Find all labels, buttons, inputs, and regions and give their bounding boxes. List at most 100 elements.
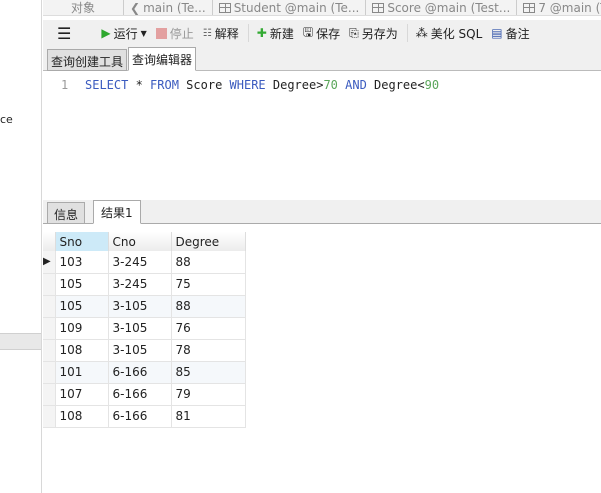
cell-sno[interactable]: 105	[55, 295, 109, 318]
sql-keyword: FROM	[150, 78, 179, 92]
line-number: 1	[61, 78, 69, 92]
table-row[interactable]: 108 6-166 81	[43, 405, 246, 428]
stop-label: 停止	[169, 26, 194, 41]
cell-cno[interactable]: 3-105	[108, 295, 172, 318]
tab-student[interactable]: Student @main (Te...	[213, 0, 367, 15]
column-header-sno[interactable]: Sno	[55, 232, 109, 251]
sql-number: 70	[323, 78, 338, 92]
row-indicator[interactable]: ▶	[43, 251, 56, 274]
cell-sno[interactable]: 101	[55, 361, 109, 384]
panel-text-fragment: ce	[0, 113, 13, 126]
sql-text: Degree>	[265, 78, 324, 92]
tab-query-builder[interactable]: 查询创建工具	[47, 49, 128, 71]
toolbar-divider	[247, 24, 249, 42]
row-indicator[interactable]	[43, 383, 56, 406]
explain-icon: ☷	[202, 27, 212, 39]
save-icon: 🖫	[302, 24, 314, 39]
tab-query-main[interactable]: ❮ main (Te...	[124, 0, 213, 15]
stop-button[interactable]: 停止	[155, 25, 194, 42]
query-icon	[523, 2, 536, 13]
menu-icon[interactable]: ☰	[57, 24, 71, 43]
table-icon	[372, 2, 385, 13]
cell-degree[interactable]: 88	[171, 295, 246, 318]
cell-degree[interactable]: 76	[171, 317, 246, 340]
result-table: Sno Cno Degree ▶ 103 3-245 88 105 3-245 75 105 3…	[43, 232, 246, 428]
cell-cno[interactable]: 3-105	[108, 339, 172, 362]
save-button[interactable]: 🖫 保存	[303, 23, 340, 44]
cell-cno[interactable]: 3-105	[108, 317, 172, 340]
explain-label: 解释	[214, 26, 239, 41]
row-indicator[interactable]	[43, 317, 56, 340]
table-row[interactable]: 108 3-105 78	[43, 339, 246, 362]
row-indicator[interactable]	[43, 361, 56, 384]
corner-cell	[43, 232, 56, 251]
beautify-sql-button[interactable]: ⁂ 美化 SQL	[416, 25, 483, 42]
tab-score[interactable]: Score @main (Test...	[366, 0, 518, 15]
save-as-button[interactable]: ⎘ 另存为	[349, 25, 398, 42]
sql-line: SELECT * FROM Score WHERE Degree>70 AND …	[85, 78, 439, 92]
run-button[interactable]: ▶ 运行 ▼	[101, 25, 146, 42]
new-button[interactable]: ✚ 新建	[257, 25, 294, 42]
save-label: 保存	[316, 26, 341, 41]
table-row[interactable]: 105 3-105 88	[43, 295, 246, 318]
notes-button[interactable]: ▤ 备注	[491, 25, 529, 42]
tab-label: main (Te...	[143, 0, 206, 15]
dropdown-arrow-icon[interactable]: ▼	[141, 29, 147, 38]
table-row[interactable]: 105 3-245 75	[43, 273, 246, 296]
sql-text: Degree<	[366, 78, 425, 92]
table-icon	[218, 2, 231, 13]
cell-degree[interactable]: 79	[171, 383, 246, 406]
sql-number: 90	[424, 78, 440, 92]
cell-sno[interactable]: 109	[55, 317, 109, 340]
cell-cno[interactable]: 6-166	[108, 383, 172, 406]
sql-keyword: WHERE	[229, 78, 266, 92]
cell-degree[interactable]: 78	[171, 339, 246, 362]
tab-result-1[interactable]: 结果1	[93, 200, 141, 224]
cell-sno[interactable]: 108	[55, 405, 109, 428]
row-indicator[interactable]	[43, 339, 56, 362]
table-row[interactable]: 101 6-166 85	[43, 361, 246, 384]
table-row[interactable]: 109 3-105 76	[43, 317, 246, 340]
save-as-label: 另存为	[361, 26, 398, 41]
run-label: 运行	[113, 26, 138, 41]
tab-query-editor[interactable]: 查询编辑器	[128, 47, 197, 71]
table-row[interactable]: ▶ 103 3-245 88	[43, 251, 246, 274]
tab-objects[interactable]: 对象	[43, 0, 125, 15]
cell-cno[interactable]: 3-245	[108, 251, 172, 274]
cell-sno[interactable]: 107	[55, 383, 109, 406]
result-tabs: 信息 结果1	[43, 200, 601, 224]
query-window: 对象 ❮ main (Te... Student @main (Te... Sco…	[43, 0, 601, 493]
explain-button[interactable]: ☷ 解释	[203, 25, 239, 42]
table-row[interactable]: 107 6-166 79	[43, 383, 246, 406]
row-indicator[interactable]	[43, 273, 56, 296]
cell-cno[interactable]: 6-166	[108, 405, 172, 428]
cell-sno[interactable]: 108	[55, 339, 109, 362]
play-icon: ▶	[101, 26, 111, 40]
tab-label: 对象	[71, 0, 96, 15]
column-header-degree[interactable]: Degree	[171, 232, 246, 251]
save-as-icon: ⎘	[349, 25, 359, 40]
row-indicator[interactable]	[43, 295, 56, 318]
tab-query-7[interactable]: 7 @main (Tes	[517, 0, 601, 15]
object-panel: ce	[0, 0, 42, 493]
header-row: Sno Cno Degree	[43, 232, 246, 251]
toolbar: ☰ ▶ 运行 ▼ 停止 ☷ 解释 ✚ 新建 🖫 保存 ⎘ 另存为 ⁂ 美化 SQL ▤ 备注	[43, 20, 601, 46]
sql-keyword: AND	[337, 78, 367, 92]
cell-sno[interactable]: 103	[55, 251, 109, 274]
notes-label: 备注	[505, 26, 530, 41]
column-header-cno[interactable]: Cno	[108, 232, 172, 251]
cell-degree[interactable]: 75	[171, 273, 246, 296]
cell-degree[interactable]: 88	[171, 251, 246, 274]
panel-selected-item[interactable]	[0, 333, 41, 350]
tab-info[interactable]: 信息	[47, 202, 86, 224]
window-tabs: 对象 ❮ main (Te... Student @main (Te... Sco…	[43, 0, 601, 16]
cell-cno[interactable]: 3-245	[108, 273, 172, 296]
cell-degree[interactable]: 85	[171, 361, 246, 384]
cell-sno[interactable]: 105	[55, 273, 109, 296]
row-indicator[interactable]	[43, 405, 56, 428]
cell-cno[interactable]: 6-166	[108, 361, 172, 384]
sql-editor[interactable]: 1 SELECT * FROM Score WHERE Degree>70 AN…	[43, 72, 601, 200]
tab-label: 7 @main (Tes	[538, 0, 601, 15]
editor-mode-tabs: 查询创建工具 查询编辑器	[43, 46, 601, 71]
cell-degree[interactable]: 81	[171, 405, 246, 428]
